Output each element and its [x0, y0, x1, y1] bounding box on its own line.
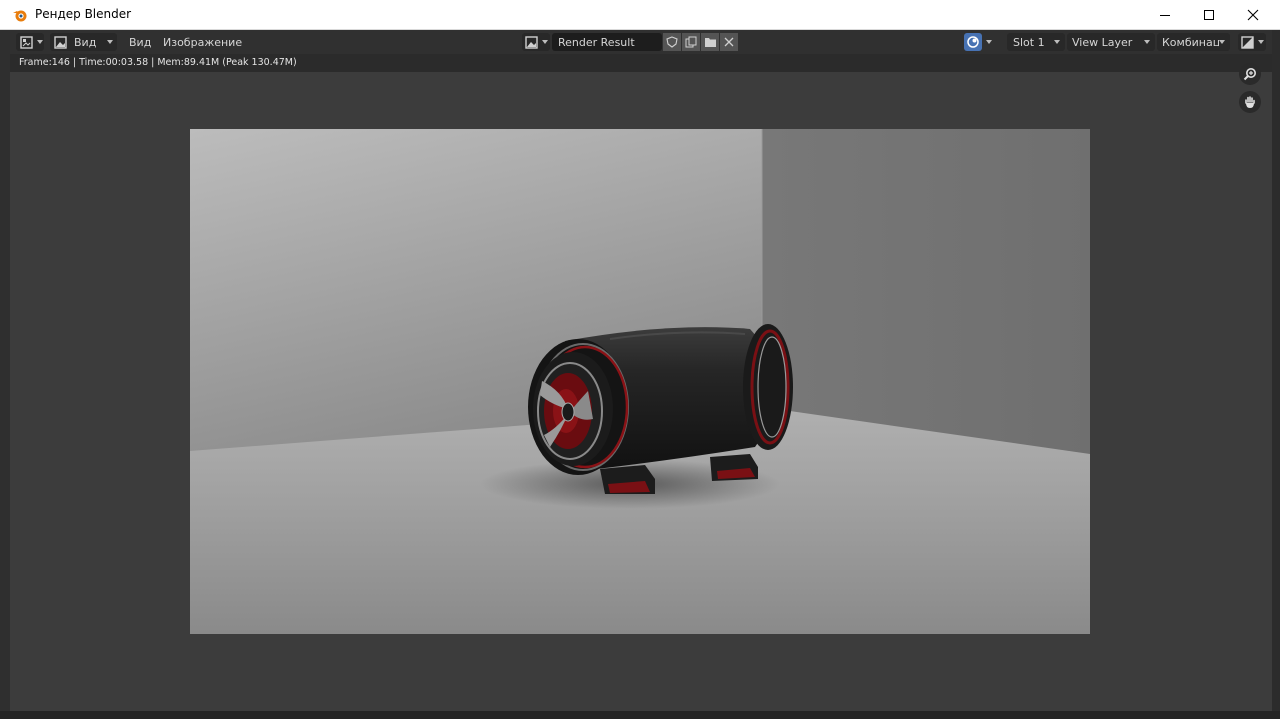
minimize-button[interactable]: [1142, 0, 1188, 30]
zoom-icon: [1243, 68, 1256, 81]
chevron-down-icon: [1258, 40, 1264, 44]
view-mode-dropdown[interactable]: Вид: [50, 33, 117, 51]
close-window-button[interactable]: [1230, 0, 1276, 30]
open-image-button[interactable]: [701, 33, 719, 51]
image-editor-icon: [20, 35, 33, 49]
image-browse-button[interactable]: [522, 33, 550, 51]
folder-icon: [704, 38, 716, 47]
slot-label: Slot 1: [1013, 35, 1045, 49]
chevron-down-icon: [542, 40, 548, 44]
maximize-button[interactable]: [1186, 0, 1232, 30]
render-pass-label: Комбинац...: [1162, 35, 1219, 49]
view-mode-label: Вид: [74, 35, 97, 49]
render-pass-dropdown[interactable]: Комбинац...: [1157, 33, 1230, 51]
editor-type-dropdown[interactable]: [16, 33, 44, 51]
render-stats-text: Frame:146 | Time:00:03.58 | Mem:89.41M (…: [19, 57, 297, 68]
chevron-down-icon: [1054, 40, 1060, 44]
minimize-icon: [1160, 15, 1170, 16]
render-result-image: [190, 129, 1090, 634]
unlink-image-button[interactable]: [720, 33, 738, 51]
maximize-icon: [1204, 10, 1214, 20]
image-name-field[interactable]: Render Result: [552, 33, 662, 51]
right-panel-edge: [1272, 30, 1280, 719]
hand-icon: [1245, 96, 1255, 108]
duplicate-button[interactable]: [682, 33, 700, 51]
menu-image-label: Изображение: [163, 35, 243, 49]
title-bar: Рендер Blender: [0, 0, 1280, 30]
image-browse-icon: [525, 35, 538, 49]
status-bar: [0, 711, 1280, 719]
chevron-down-icon: [986, 40, 992, 44]
pan-button[interactable]: [1239, 91, 1261, 113]
shield-icon: [666, 36, 678, 48]
display-channels-icon: [1241, 35, 1254, 49]
menu-view-label: Вид: [129, 35, 152, 49]
image-viewport[interactable]: [10, 63, 1272, 711]
image-name-text: Render Result: [558, 35, 635, 49]
display-channels-dropdown[interactable]: [1238, 33, 1266, 51]
chevron-down-icon: [1219, 40, 1225, 44]
menu-view[interactable]: Вид: [129, 33, 151, 51]
chevron-down-icon: [1144, 40, 1150, 44]
slot-dropdown[interactable]: Slot 1: [1007, 33, 1065, 51]
render-engine-icon: [967, 36, 979, 48]
blender-render-window: Рендер Blender Вид Вид Изображение Rende…: [0, 0, 1280, 719]
zoom-button[interactable]: [1239, 63, 1261, 85]
chevron-down-icon: [37, 40, 43, 44]
close-icon: [1247, 9, 1259, 21]
render-info-bar: Frame:146 | Time:00:03.58 | Mem:89.41M (…: [10, 54, 1272, 72]
view-mode-icon: [54, 35, 67, 49]
render-engine-button[interactable]: [964, 33, 992, 51]
close-icon: [724, 37, 734, 47]
image-editor-header: Вид Вид Изображение Render Result Slot 1…: [10, 30, 1272, 54]
window-title: Рендер Blender: [35, 7, 132, 21]
fake-user-button[interactable]: [663, 33, 681, 51]
left-panel-edge: [0, 30, 10, 719]
view-layer-dropdown[interactable]: View Layer: [1067, 33, 1155, 51]
menu-image[interactable]: Изображение: [163, 33, 242, 51]
chevron-down-icon: [107, 40, 113, 44]
duplicate-icon: [685, 36, 697, 48]
view-layer-label: View Layer: [1072, 35, 1133, 49]
blender-logo-icon: [13, 10, 27, 22]
